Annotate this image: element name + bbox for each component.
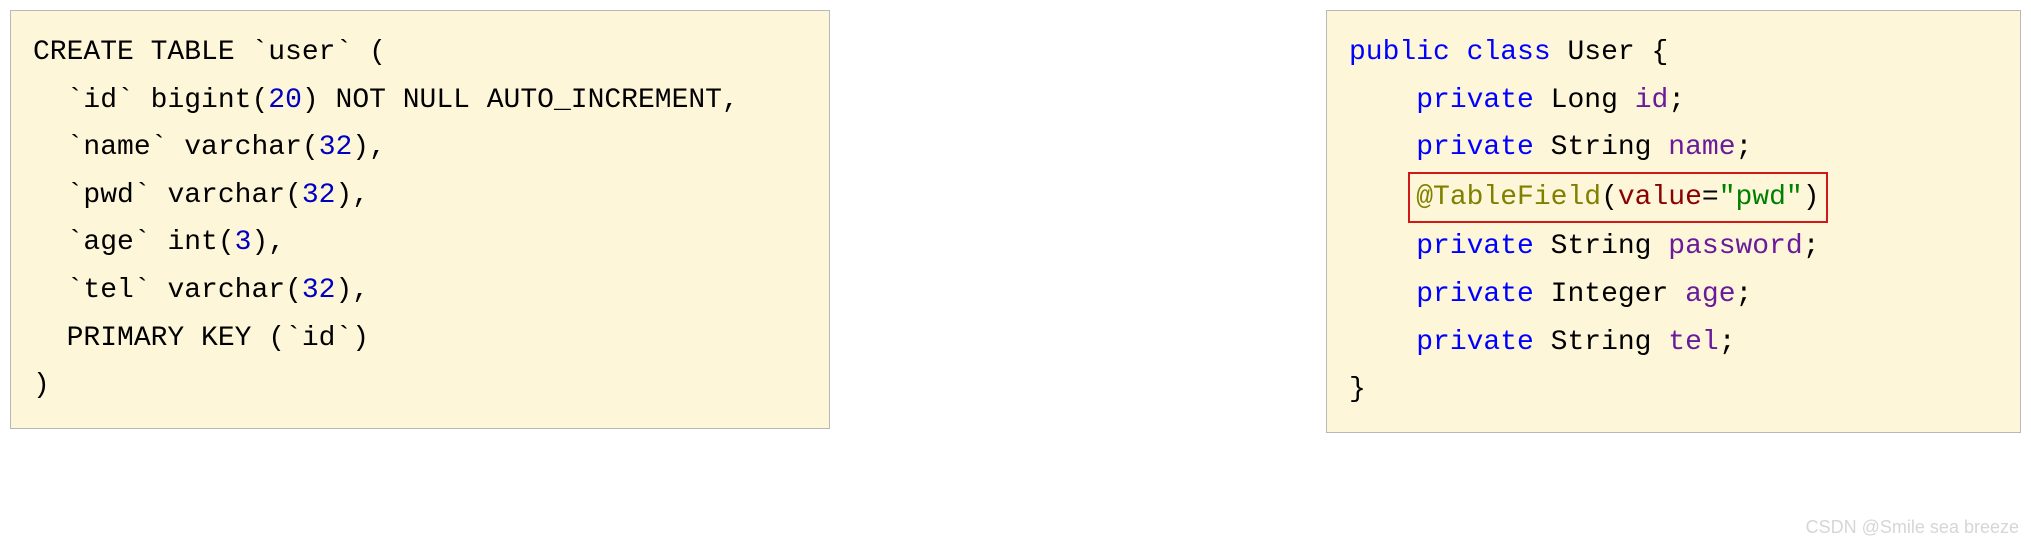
sql-col-tel: `tel`: [67, 275, 151, 306]
java-anno-rp: ): [1803, 182, 1820, 213]
sql-type: varchar: [184, 132, 302, 163]
java-anno-lp: (: [1601, 182, 1618, 213]
sql-rp: ): [251, 227, 268, 258]
java-semi: ;: [1736, 132, 1753, 163]
sql-rp: ): [302, 85, 319, 116]
java-field-id: id: [1635, 85, 1669, 116]
java-classname: User: [1567, 37, 1634, 68]
java-obrace: {: [1652, 37, 1669, 68]
sql-ai: AUTO_INCREMENT: [487, 85, 722, 116]
sql-col-name: `name`: [67, 132, 168, 163]
sql-type: int: [167, 227, 217, 258]
sql-keyword-create: CREATE TABLE: [33, 37, 235, 68]
sql-lp: (: [302, 132, 319, 163]
java-semi: ;: [1719, 327, 1736, 358]
java-anno-key: value: [1618, 182, 1702, 213]
sql-type: varchar: [167, 275, 285, 306]
java-kw-private: private: [1416, 132, 1534, 163]
sql-lp: (: [251, 85, 268, 116]
sql-rp: ): [335, 180, 352, 211]
java-kw-private: private: [1416, 231, 1534, 262]
java-semi: ;: [1668, 85, 1685, 116]
sql-col-id: `id`: [67, 85, 134, 116]
annotation-highlight: @TableField(value="pwd"): [1408, 172, 1827, 224]
java-type-long: Long: [1551, 85, 1618, 116]
sql-comma: ,: [369, 132, 386, 163]
sql-num: 32: [302, 275, 336, 306]
sql-type: bigint: [151, 85, 252, 116]
sql-col-pwd: `pwd`: [67, 180, 151, 211]
java-field-tel: tel: [1668, 327, 1718, 358]
sql-col-age: `age`: [67, 227, 151, 258]
java-cbrace: }: [1349, 374, 1366, 405]
java-anno-val: "pwd": [1719, 182, 1803, 213]
java-kw-private: private: [1416, 279, 1534, 310]
java-field-name: name: [1668, 132, 1735, 163]
sql-nn: NOT NULL: [336, 85, 470, 116]
java-type-string: String: [1551, 132, 1652, 163]
sql-paren: (: [369, 37, 386, 68]
sql-table-name: `user`: [251, 37, 352, 68]
java-code-block: public class User { private Long id; pri…: [1326, 10, 2021, 433]
java-kw-public: public: [1349, 37, 1450, 68]
sql-rp: ): [335, 275, 352, 306]
java-annotation: @TableField: [1416, 182, 1601, 213]
sql-lp: (: [268, 323, 285, 354]
sql-comma: ,: [722, 85, 739, 116]
sql-lp: (: [218, 227, 235, 258]
sql-lp: (: [285, 275, 302, 306]
sql-rp: ): [352, 132, 369, 163]
sql-num: 3: [235, 227, 252, 258]
sql-pk-col: `id`: [285, 323, 352, 354]
sql-close: ): [33, 370, 50, 401]
sql-pk: PRIMARY KEY: [67, 323, 252, 354]
java-type-integer: Integer: [1551, 279, 1669, 310]
code-comparison-container: CREATE TABLE `user` ( `id` bigint(20) NO…: [10, 10, 2021, 433]
java-semi: ;: [1736, 279, 1753, 310]
sql-code-block: CREATE TABLE `user` ( `id` bigint(20) NO…: [10, 10, 830, 429]
java-kw-private: private: [1416, 85, 1534, 116]
watermark-text: CSDN @Smile sea breeze: [1806, 517, 2019, 538]
java-anno-eq: =: [1702, 182, 1719, 213]
java-field-age: age: [1685, 279, 1735, 310]
java-field-password: password: [1668, 231, 1802, 262]
sql-type: varchar: [167, 180, 285, 211]
sql-comma: ,: [268, 227, 285, 258]
java-kw-private: private: [1416, 327, 1534, 358]
java-type-string: String: [1551, 327, 1652, 358]
sql-comma: ,: [352, 275, 369, 306]
sql-rp: ): [352, 323, 369, 354]
java-semi: ;: [1803, 231, 1820, 262]
java-type-string: String: [1551, 231, 1652, 262]
sql-num: 20: [268, 85, 302, 116]
sql-comma: ,: [352, 180, 369, 211]
sql-num: 32: [319, 132, 353, 163]
sql-lp: (: [285, 180, 302, 211]
java-kw-class: class: [1467, 37, 1551, 68]
sql-num: 32: [302, 180, 336, 211]
